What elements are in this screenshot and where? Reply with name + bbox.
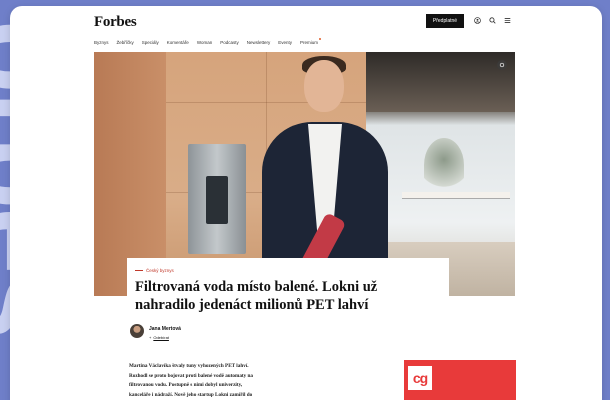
main-nav: Byznys Žebříčky Speciály Komentáře Woman… (94, 38, 322, 45)
body-line: filtrovanou vodu. Postupně s nimi dobyl … (129, 382, 243, 388)
nav-item-specialy[interactable]: Speciály (142, 40, 159, 45)
site-header: Forbes Předplatné Byznys Žebříčky Speciá… (10, 6, 602, 52)
account-icon[interactable] (472, 15, 482, 25)
plus-icon: + (149, 335, 152, 340)
person-head (304, 60, 344, 112)
follow-label: Odebírat (153, 335, 169, 340)
body-line: Rozhodl se proto bojovat proti balené vo… (129, 372, 254, 379)
article-headline: Filtrovaná voda místo balené. Lokni už n… (135, 279, 378, 313)
article-category[interactable]: Český byznys (135, 268, 174, 273)
advertisement[interactable]: cg (404, 360, 516, 400)
body-line: Martina Václavíka štvaly tuny vyhozených… (129, 363, 249, 369)
nav-item-eventy[interactable]: Eventy (278, 40, 292, 45)
search-icon[interactable] (487, 15, 497, 25)
nav-item-newslettery[interactable]: Newslettery (247, 40, 271, 45)
follow-author-button[interactable]: + Odebírat (149, 335, 169, 340)
nav-item-woman[interactable]: Woman (197, 40, 212, 45)
browser-frame: Forbes Předplatné Byznys Žebříčky Speciá… (10, 6, 602, 400)
article-body: Martina Václavíka štvaly tuny vyhozených… (129, 362, 329, 400)
water-dispenser (188, 144, 246, 254)
nav-item-komentare[interactable]: Komentáře (167, 40, 189, 45)
author-avatar[interactable] (130, 324, 144, 338)
body-line: kanceláře i nádraží. Nově jeho startup L… (129, 391, 253, 398)
menu-icon[interactable] (502, 15, 512, 25)
subscribe-button[interactable]: Předplatné (426, 14, 464, 28)
author-name[interactable]: Jana Mertová (149, 326, 181, 332)
nav-item-zebricky[interactable]: Žebříčky (117, 40, 134, 45)
image-share-icon[interactable] (497, 60, 507, 70)
headline-card: Český byznys Filtrovaná voda místo balen… (127, 258, 449, 326)
nav-item-byznys[interactable]: Byznys (94, 40, 109, 45)
forbes-logo[interactable]: Forbes (94, 14, 137, 31)
nav-item-podcasty[interactable]: Podcasty (220, 40, 239, 45)
cg-logo: cg (408, 366, 432, 390)
nav-item-premium[interactable]: Premium (300, 38, 322, 45)
